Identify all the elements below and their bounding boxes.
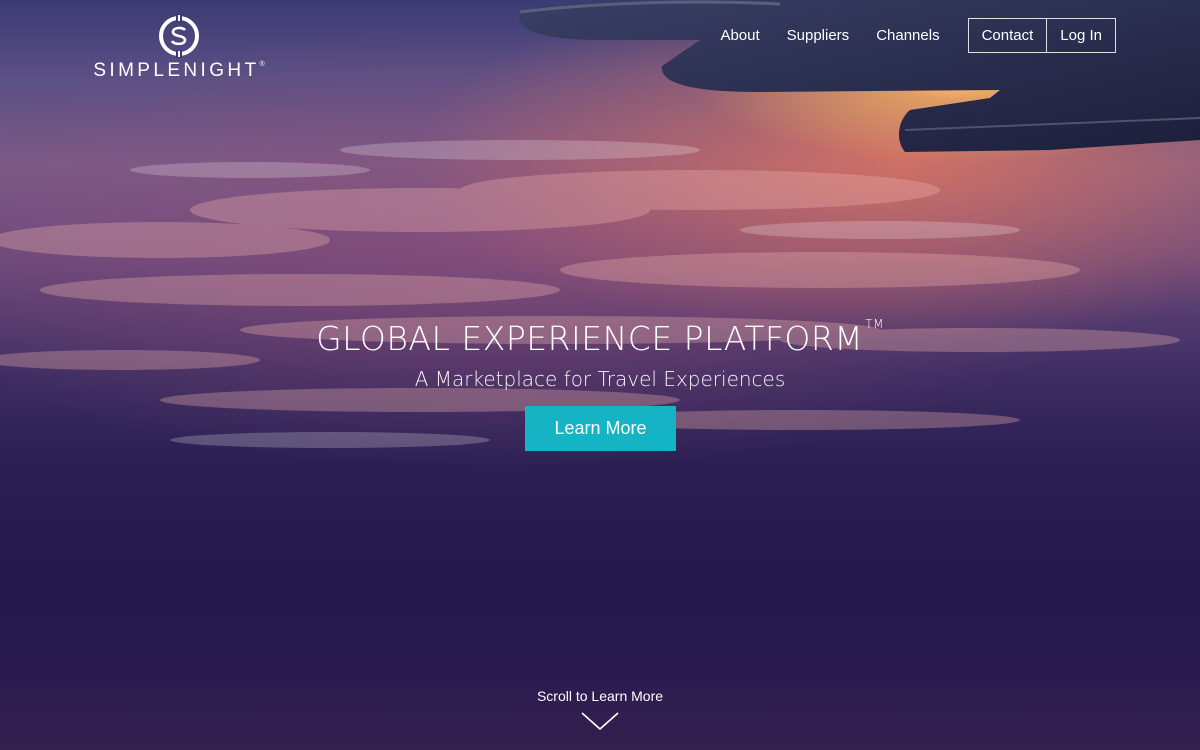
learn-more-button[interactable]: Learn More xyxy=(525,406,676,451)
contact-button[interactable]: Contact xyxy=(969,19,1047,52)
top-navigation: About Suppliers Channels Contact Log In xyxy=(720,18,1116,53)
brand-name: SIMPLENIGHT® xyxy=(84,60,274,82)
nav-link-suppliers[interactable]: Suppliers xyxy=(787,27,850,44)
page-title: GLOBAL EXPERIENCE PLATFORM TM xyxy=(0,302,1200,361)
page-title-text: GLOBAL EXPERIENCE PLATFORM xyxy=(316,319,864,358)
brand-logo[interactable]: SIMPLENIGHT® xyxy=(84,14,274,82)
chevron-down-icon[interactable] xyxy=(581,710,619,732)
dollar-circle-icon xyxy=(159,14,199,58)
registered-mark: ® xyxy=(259,61,265,68)
scroll-prompt-text: Scroll to Learn More xyxy=(536,688,664,704)
hero-section: SIMPLENIGHT® About Suppliers Channels Co… xyxy=(0,0,1200,750)
trademark-mark: TM xyxy=(865,317,884,331)
scroll-prompt[interactable]: Scroll to Learn More xyxy=(0,688,1200,732)
nav-link-about[interactable]: About xyxy=(720,27,759,44)
hero-headline: GLOBAL EXPERIENCE PLATFORM TM A Marketpla… xyxy=(0,302,1200,391)
brand-name-text: SIMPLENIGHT xyxy=(93,60,260,81)
nav-account-group: Contact Log In xyxy=(967,18,1116,53)
page-subtitle: A Marketplace for Travel Experiences xyxy=(414,367,786,391)
nav-link-channels[interactable]: Channels xyxy=(876,27,939,44)
login-button[interactable]: Log In xyxy=(1046,19,1115,52)
